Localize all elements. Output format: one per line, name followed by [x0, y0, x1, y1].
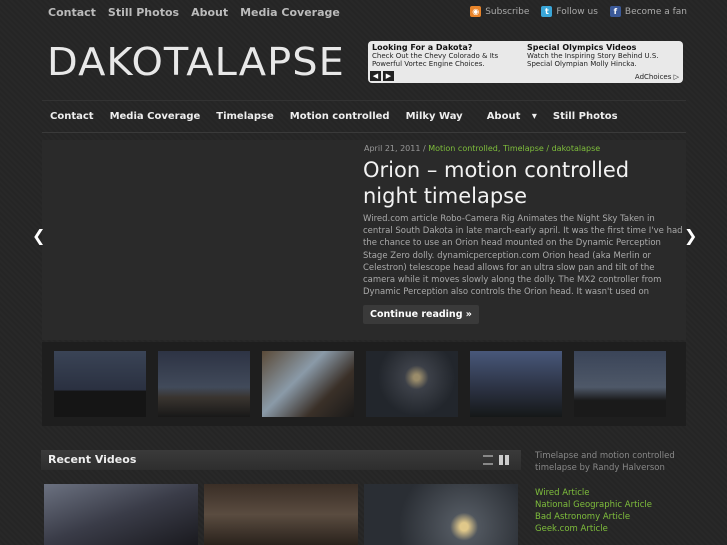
rss-icon: ◉ — [470, 6, 482, 17]
follow-link[interactable]: t Follow us — [541, 6, 598, 17]
ad-left-text: Check Out the Chevy Colorado & Its Power… — [372, 52, 499, 68]
ad-right-text: Watch the Inspiring Story Behind U.S. Sp… — [527, 52, 659, 68]
thumbnail[interactable] — [366, 351, 458, 417]
top-nav-media[interactable]: Media Coverage — [240, 6, 340, 19]
continue-reading-button[interactable]: Continue reading » — [363, 305, 479, 324]
nav-media[interactable]: Media Coverage — [102, 111, 209, 122]
ad-left-title[interactable]: Looking For a Dakota? — [372, 43, 522, 52]
ad-prev-icon[interactable]: ◀ — [370, 71, 381, 81]
sidebar-links: Wired Article National Geographic Articl… — [535, 487, 652, 535]
link-bad-astronomy[interactable]: Bad Astronomy Article — [535, 511, 652, 523]
social-links: ◉ Subscribe t Follow us f Become a fan — [470, 6, 687, 17]
ad-banner[interactable]: Looking For a Dakota? Check Out the Chev… — [368, 41, 683, 83]
sidebar-description: Timelapse and motion controlled timelaps… — [535, 451, 675, 473]
nav-milky-way[interactable]: Milky Way — [398, 111, 471, 122]
list-view-icon[interactable] — [483, 455, 493, 465]
grid-view-icon[interactable] — [499, 455, 509, 465]
twitter-icon: t — [541, 6, 553, 17]
top-nav-contact[interactable]: Contact — [48, 6, 96, 19]
slider-prev-icon[interactable]: ❮ — [32, 226, 45, 245]
slider-next-icon[interactable]: ❯ — [684, 226, 697, 245]
thumbnail-strip — [42, 342, 686, 426]
top-nav-about[interactable]: About — [191, 6, 228, 19]
nav-contact[interactable]: Contact — [42, 111, 102, 122]
thumbnail[interactable] — [262, 351, 354, 417]
main-nav: Contact Media Coverage Timelapse Motion … — [42, 100, 686, 133]
video-thumbnail[interactable] — [364, 484, 518, 545]
thumbnail[interactable] — [158, 351, 250, 417]
nav-about[interactable]: About ▾ — [471, 111, 545, 122]
facebook-icon: f — [609, 6, 621, 17]
link-natgeo[interactable]: National Geographic Article — [535, 499, 652, 511]
fan-link[interactable]: f Become a fan — [609, 6, 687, 17]
video-thumbnail[interactable] — [44, 484, 198, 545]
link-wired[interactable]: Wired Article — [535, 487, 652, 499]
top-nav-still-photos[interactable]: Still Photos — [108, 6, 179, 19]
video-thumbnail[interactable] — [204, 484, 358, 545]
site-logo[interactable]: DAKOTALAPSE — [47, 40, 345, 84]
nav-timelapse[interactable]: Timelapse — [208, 111, 282, 122]
post-categories[interactable]: Motion controlled, Timelapse / dakotalap… — [428, 144, 600, 153]
ad-right-title[interactable]: Special Olympics Videos — [527, 43, 677, 52]
thumbnail[interactable] — [54, 351, 146, 417]
subscribe-link[interactable]: ◉ Subscribe — [470, 6, 529, 17]
nav-motion[interactable]: Motion controlled — [282, 111, 398, 122]
ad-choices[interactable]: AdChoices ▷ — [635, 73, 679, 81]
link-geek[interactable]: Geek.com Article — [535, 523, 652, 535]
recent-videos-header: Recent Videos — [41, 450, 521, 470]
top-nav: Contact Still Photos About Media Coverag… — [48, 6, 340, 19]
post-title[interactable]: Orion – motion controlled night timelaps… — [363, 157, 673, 209]
thumbnail[interactable] — [574, 351, 666, 417]
nav-still-photos[interactable]: Still Photos — [545, 111, 626, 122]
post-excerpt: Wired.com article Robo-Camera Rig Animat… — [363, 214, 683, 298]
post-meta: April 21, 2011 / Motion controlled, Time… — [364, 144, 601, 153]
thumbnail[interactable] — [470, 351, 562, 417]
ad-next-icon[interactable]: ▶ — [383, 71, 394, 81]
